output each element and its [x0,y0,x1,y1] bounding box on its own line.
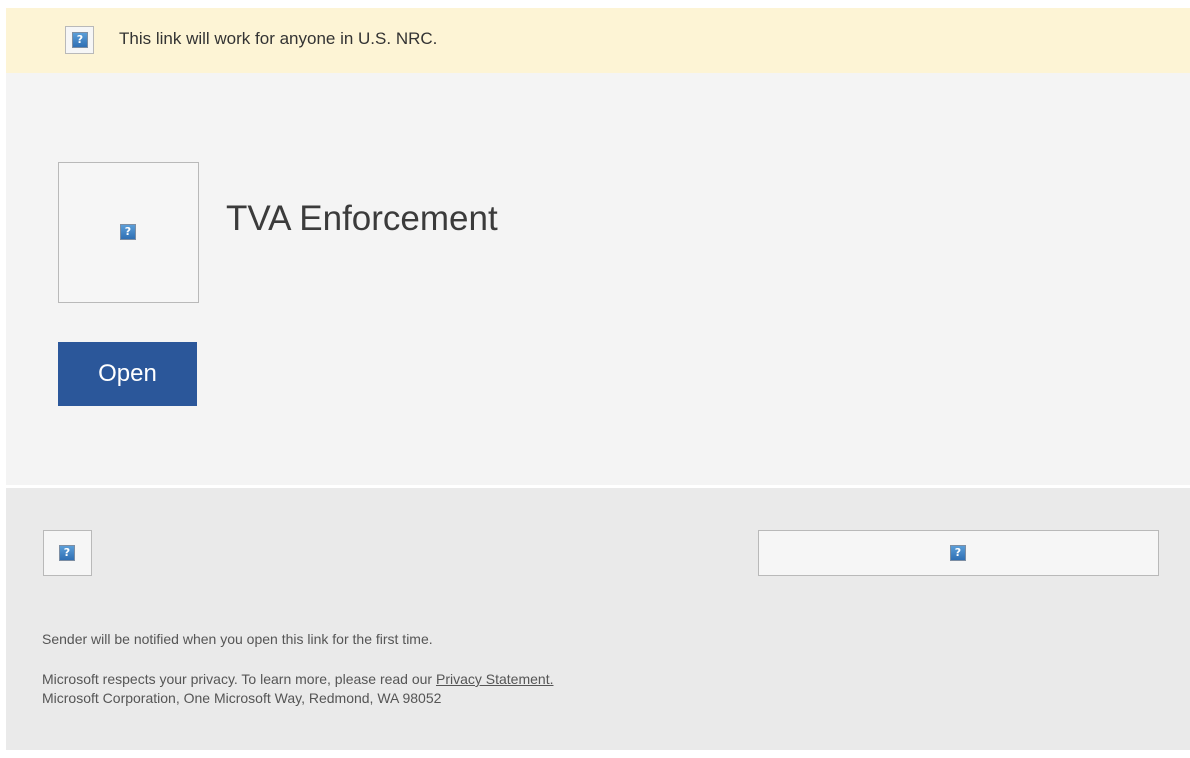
privacy-line: Microsoft respects your privacy. To lear… [42,671,553,687]
address-text: Microsoft Corporation, One Microsoft Way… [42,690,442,706]
document-thumbnail[interactable]: ? [58,162,199,303]
open-button[interactable]: Open [58,342,197,406]
notice-image-placeholder: ? [65,26,94,54]
footer-logo-placeholder: ? [43,530,92,576]
footer-banner-placeholder: ? [758,530,1159,576]
broken-image-icon: ? [59,545,75,561]
broken-image-icon: ? [120,224,136,240]
privacy-text: Microsoft respects your privacy. To lear… [42,671,436,687]
broken-image-icon: ? [72,32,88,48]
broken-image-icon: ? [950,545,966,561]
notice-text: This link will work for anyone in U.S. N… [119,29,438,48]
notice-banner: ? This link will work for anyone in U.S.… [6,8,1190,73]
footer: ? ? Sender will be notified when you ope… [6,488,1190,750]
document-card: ? TVA Enforcement Open [6,73,1190,485]
notification-text: Sender will be notified when you open th… [42,631,433,647]
privacy-statement-link[interactable]: Privacy Statement. [436,671,554,687]
document-title[interactable]: TVA Enforcement [226,199,498,239]
